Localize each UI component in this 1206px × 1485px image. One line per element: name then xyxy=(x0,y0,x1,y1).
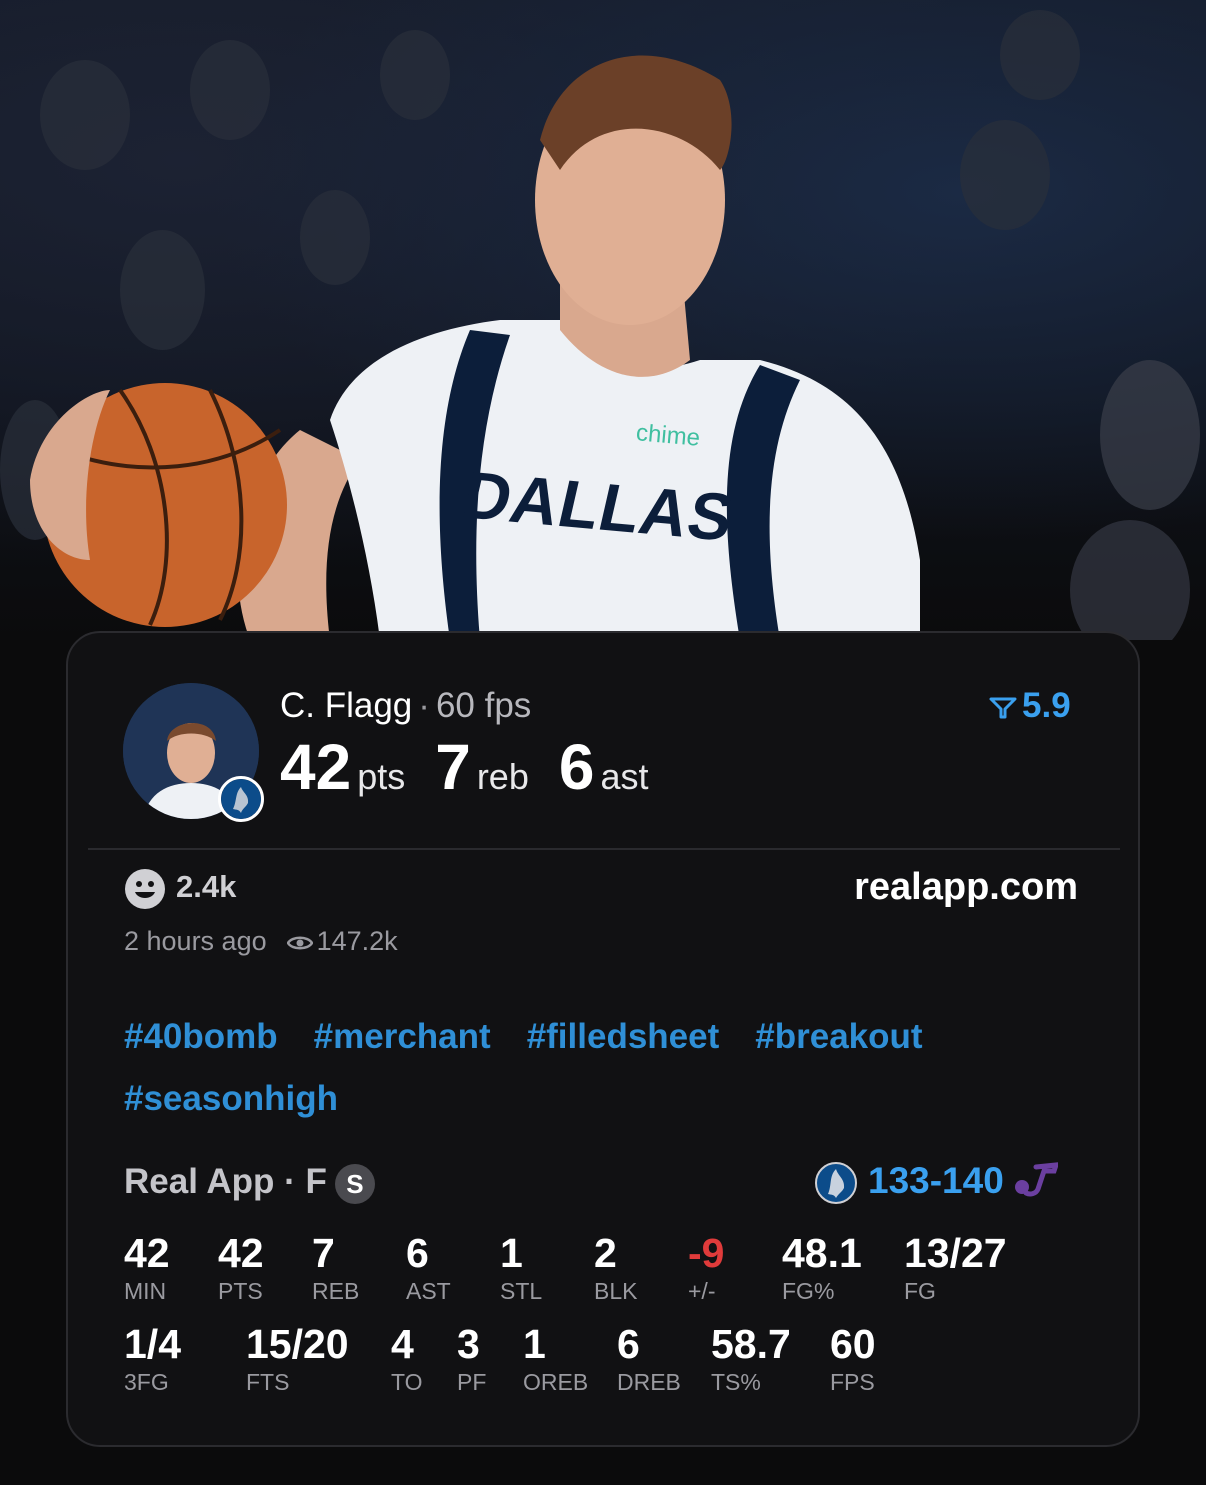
player-name[interactable]: C. Flagg xyxy=(280,686,412,725)
stat-oreb: 1 OREB xyxy=(523,1321,589,1395)
stat-pts: 42 PTS xyxy=(218,1230,264,1304)
headline-stats: 42 pts 7 reb 6 ast xyxy=(280,730,678,804)
stat-dreb: 6 DREB xyxy=(617,1321,681,1395)
card-divider xyxy=(88,848,1120,850)
smiley-icon xyxy=(125,869,165,909)
reactions-count: 2.4k xyxy=(176,869,237,905)
post-meta: 2 hours ago 147.2k xyxy=(124,926,398,957)
player-position: F xyxy=(305,1162,327,1201)
hashtag-link[interactable]: #merchant xyxy=(314,1006,491,1068)
game-source: Real App · FS xyxy=(124,1162,375,1204)
stat-stl: 1 STL xyxy=(500,1230,543,1304)
hashtag-link[interactable]: #40bomb xyxy=(124,1006,278,1068)
post-time: 2 hours ago xyxy=(124,926,267,956)
headline-ast-unit: ast xyxy=(600,756,649,797)
site-link[interactable]: realapp.com xyxy=(854,866,1078,909)
stat-blk: 2 BLK xyxy=(594,1230,638,1304)
stat-ast: 6 AST xyxy=(406,1230,451,1304)
reactions-button[interactable]: 2.4k xyxy=(124,868,236,910)
stat-fts: 15/20 FTS xyxy=(246,1321,349,1395)
stat-fps: 60 FPS xyxy=(830,1321,876,1395)
stat-plus-minus: -9 +/- xyxy=(688,1230,725,1304)
hero-photo: DALLAS chime xyxy=(0,0,1206,640)
jersey-sponsor: chime xyxy=(634,419,702,452)
stat-ts-pct: 58.7 TS% xyxy=(711,1321,791,1395)
mavericks-logo-icon xyxy=(218,776,264,822)
views-count: 147.2k xyxy=(316,926,398,956)
source-name: Real App xyxy=(124,1162,275,1201)
headline-pts-value: 42 xyxy=(280,731,352,803)
hashtag-list: #40bomb #merchant #filledsheet #breakout #se… xyxy=(124,1006,1084,1130)
stat-fg: 13/27 FG xyxy=(904,1230,1007,1304)
hashtag-link[interactable]: #filledsheet xyxy=(527,1006,720,1068)
stat-min: 42 MIN xyxy=(124,1230,170,1304)
filter-funnel-icon xyxy=(989,697,1017,719)
score-value: 133-140 xyxy=(868,1160,1004,1201)
headline-reb-unit: reb xyxy=(476,756,529,797)
headline-ast-value: 6 xyxy=(558,731,595,803)
mavericks-logo-icon xyxy=(814,1161,858,1205)
stat-3fg: 1/4 3FG xyxy=(124,1321,181,1395)
rating-badge[interactable]: 5.9 xyxy=(988,686,1071,726)
stat-to: 4 TO xyxy=(391,1321,423,1395)
jazz-logo-icon xyxy=(1012,1161,1060,1206)
hashtag-link[interactable]: #breakout xyxy=(755,1006,922,1068)
rating-value: 5.9 xyxy=(1022,686,1071,725)
stat-fg-pct: 48.1 FG% xyxy=(782,1230,862,1304)
player-name-line: C. Flagg · 60 fps xyxy=(280,686,532,725)
headline-pts-unit: pts xyxy=(357,756,406,797)
hashtag-link[interactable]: #seasonhigh xyxy=(124,1068,338,1130)
player-fps: 60 fps xyxy=(435,686,532,725)
starter-badge: S xyxy=(334,1163,375,1204)
headline-reb-value: 7 xyxy=(435,731,471,803)
eye-icon xyxy=(286,936,314,950)
game-score[interactable]: 133-140 xyxy=(814,1160,1060,1206)
stat-reb: 7 REB xyxy=(312,1230,360,1304)
stat-pf: 3 PF xyxy=(457,1321,487,1395)
